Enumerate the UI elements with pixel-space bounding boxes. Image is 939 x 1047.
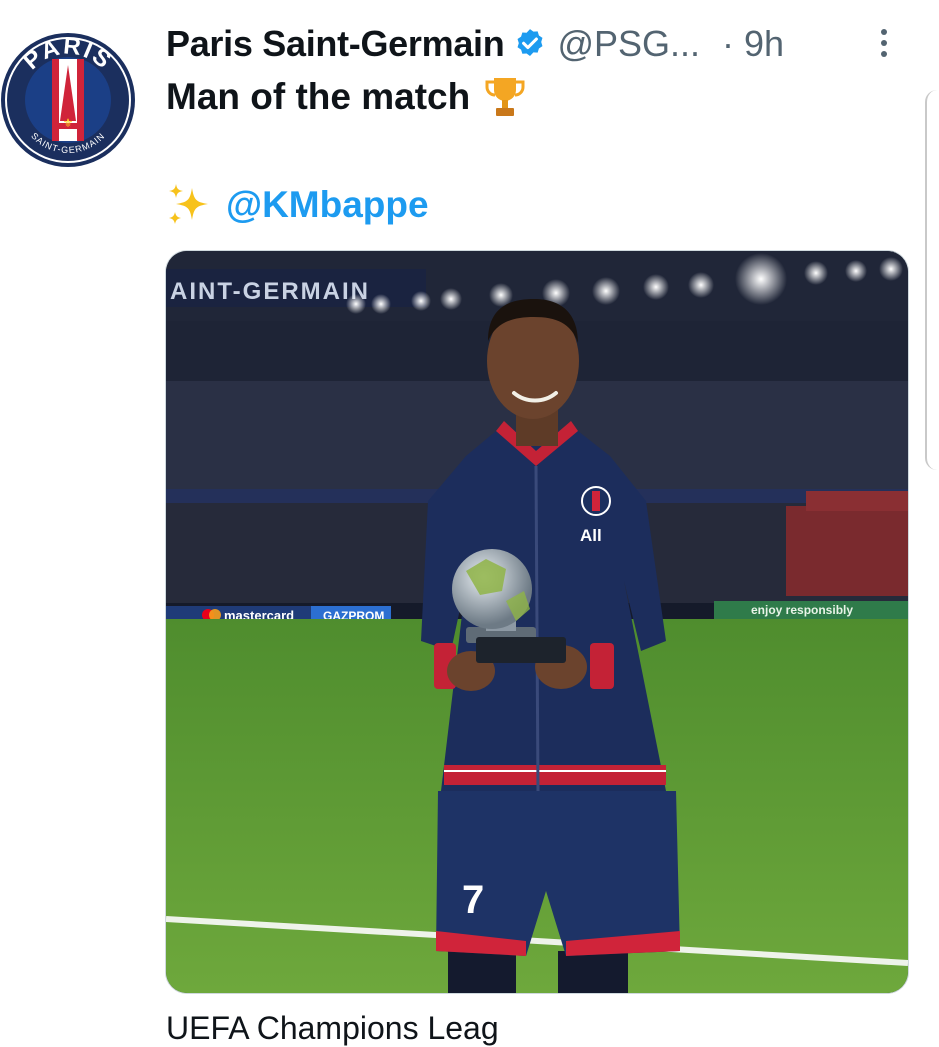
tweet-time[interactable]: · 9h — [722, 23, 784, 65]
tweet-text-content: Man of the match — [166, 76, 471, 117]
next-tweet-line: UEFA Champions Leag — [166, 1010, 499, 1046]
psg-logo: ⚜ PARIS SAINT-GERMAIN — [1, 32, 135, 167]
mention-link[interactable]: @KMbappe — [226, 184, 429, 226]
tweet-photo[interactable]: AINT-GERMAIN mastercard GAZPROM enjoy re… — [165, 250, 909, 994]
stadium-banner: AINT-GERMAIN — [170, 278, 370, 305]
svg-text:⚜: ⚜ — [63, 116, 74, 130]
tweet-header: Paris Saint-Germain @PSG... · 9h — [166, 22, 906, 66]
shirt-number: 7 — [462, 878, 484, 922]
ad-board-right: enjoy responsibly — [751, 603, 853, 617]
more-options-icon[interactable] — [872, 26, 896, 60]
trophy-icon — [482, 74, 528, 120]
author-name[interactable]: Paris Saint-Germain — [166, 23, 505, 65]
author-handle[interactable]: @PSG... — [557, 23, 700, 65]
author-avatar[interactable]: ⚜ PARIS SAINT-GERMAIN — [0, 27, 137, 174]
sparkles-icon — [166, 182, 212, 228]
tweet-text: Man of the match — [166, 74, 528, 120]
verified-badge-icon — [513, 27, 547, 61]
scrollbar[interactable] — [925, 90, 939, 470]
shirt-sponsor: All — [580, 526, 602, 545]
mention-line: @KMbappe — [166, 182, 429, 228]
